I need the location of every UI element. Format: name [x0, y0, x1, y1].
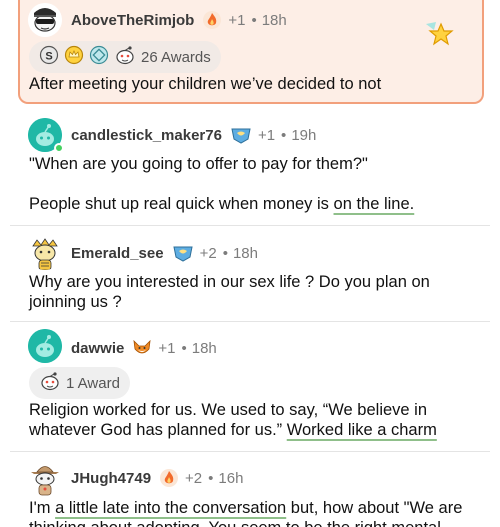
pinned-award-icon[interactable]: [424, 18, 458, 53]
awards-count: 26 Awards: [141, 48, 211, 66]
comment-body: Why are you interested in our sex life ?…: [29, 272, 430, 312]
wholesome-award-icon: [39, 371, 61, 395]
comment-time: 19h: [291, 126, 317, 144]
awards-pill[interactable]: 1 Award: [29, 367, 130, 399]
comment-divider: [10, 225, 490, 226]
comment-score: +1: [228, 11, 246, 29]
flair-shield-icon: [230, 125, 252, 145]
flair-fire-icon: [202, 10, 222, 30]
awards-pill[interactable]: S 26 Awards: [29, 41, 221, 73]
comment-text: After meeting your children we’ve decide…: [29, 75, 382, 93]
username[interactable]: candlestick_maker76: [71, 127, 222, 144]
flair-fox-icon: [132, 338, 152, 358]
highlighted-phrase[interactable]: a little late into the conversation: [55, 499, 286, 517]
comment-score: +2: [185, 469, 203, 487]
username[interactable]: Emerald_see: [71, 245, 164, 262]
avatar[interactable]: [28, 3, 62, 37]
comment-score: +2: [199, 244, 217, 262]
comment-body: Religion worked for us. We used to say, …: [29, 400, 440, 440]
avatar[interactable]: [28, 329, 62, 363]
comment-body: "When are you going to offer to pay for …: [29, 154, 460, 214]
comment-body: I'm a little late into the conversation …: [29, 498, 470, 527]
comment-time: 18h: [232, 244, 258, 262]
separator-dot: •: [222, 244, 228, 262]
separator-dot: •: [208, 469, 214, 487]
separator-dot: •: [281, 126, 287, 144]
comment-text-line2: People shut up real quick when money is …: [29, 194, 460, 214]
comment-score: +1: [158, 339, 176, 357]
comment-score: +1: [257, 126, 276, 144]
wholesome-award-icon: [114, 45, 136, 69]
separator-dot: •: [251, 11, 257, 29]
svg-text:S: S: [45, 51, 52, 63]
comment-divider: [10, 321, 490, 322]
avatar[interactable]: [28, 461, 62, 496]
username[interactable]: AboveTheRimjob: [71, 12, 194, 29]
snoo-tiger-icon: [28, 236, 62, 270]
separator-dot: •: [181, 339, 187, 357]
comment-meta: candlestick_maker76 +1 • 19h: [71, 125, 316, 145]
gold-award-icon: [64, 45, 84, 69]
username[interactable]: JHugh4749: [71, 470, 151, 487]
comment-time: 16h: [218, 469, 244, 487]
comment-text: I'm a little late into the conversation …: [29, 498, 470, 527]
awards-count: 1 Award: [66, 374, 120, 392]
comment-text-line1: "When are you going to offer to pay for …: [29, 155, 368, 173]
silver-award-icon: S: [39, 45, 59, 69]
comment-text-part: People shut up real quick when money is: [29, 195, 334, 213]
snoo-sunglasses-icon: [28, 3, 62, 37]
comment-meta: AboveTheRimjob +1 • 18h: [71, 10, 287, 30]
comment-meta: dawwie +1 • 18h: [71, 338, 217, 358]
comment-meta: JHugh4749 +2 • 16h: [71, 468, 243, 488]
flair-shield-icon: [172, 243, 194, 263]
online-status-dot: [54, 143, 64, 153]
comment-text: Why are you interested in our sex life ?…: [29, 273, 430, 311]
comment-time: 18h: [261, 11, 287, 29]
platinum-award-icon: [89, 45, 109, 69]
comment-text-part: I'm: [29, 499, 56, 517]
snoo-default-icon: [28, 329, 62, 363]
highlighted-phrase[interactable]: Worked like a charm: [287, 421, 437, 439]
flair-fire-icon: [159, 468, 179, 488]
highlighted-phrase[interactable]: on the line.: [334, 195, 415, 213]
avatar[interactable]: [28, 236, 62, 270]
username[interactable]: dawwie: [71, 340, 124, 357]
comment-time: 18h: [191, 339, 217, 357]
comment-body: After meeting your children we’ve decide…: [29, 74, 460, 94]
comment-text: Religion worked for us. We used to say, …: [29, 400, 440, 440]
comment-divider: [10, 451, 490, 452]
comment-meta: Emerald_see +2 • 18h: [71, 243, 258, 263]
snoo-explorer-hat-icon: [28, 461, 62, 496]
